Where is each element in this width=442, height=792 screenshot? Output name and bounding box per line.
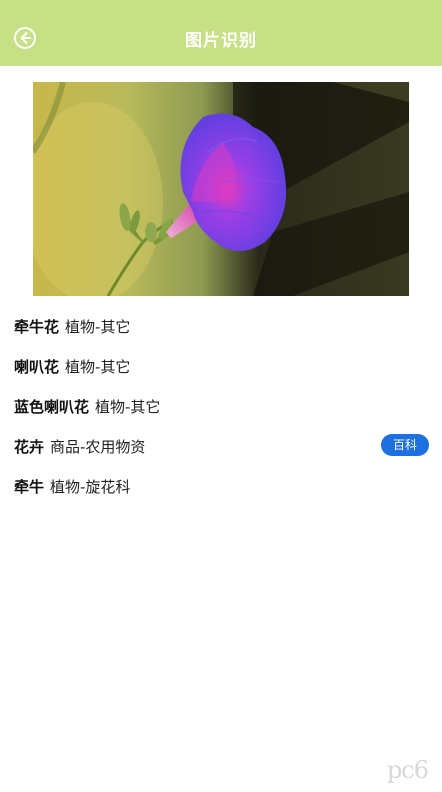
page-title: 图片识别: [185, 31, 257, 51]
result-category: 植物-旋花科: [50, 477, 131, 496]
result-name: 花卉: [14, 437, 45, 456]
list-item[interactable]: 喇叭花 植物-其它: [0, 346, 442, 386]
result-name: 蓝色喇叭花: [14, 397, 90, 416]
result-name: 喇叭花: [14, 357, 60, 376]
list-item[interactable]: 花卉 商品-农用物资 百科: [0, 426, 442, 466]
result-list: 牵牛花 植物-其它 喇叭花 植物-其它 蓝色喇叭花 植物-其它 花卉 商品-农用…: [0, 306, 442, 506]
list-item[interactable]: 牵牛花 植物-其它: [0, 306, 442, 346]
result-category: 植物-其它: [65, 317, 131, 336]
baike-button[interactable]: 百科: [381, 434, 429, 456]
list-item[interactable]: 蓝色喇叭花 植物-其它: [0, 386, 442, 426]
result-name: 牵牛: [14, 477, 45, 496]
result-category: 商品-农用物资: [50, 437, 146, 456]
result-name: 牵牛花: [14, 317, 60, 336]
flower-photo: [33, 82, 409, 296]
app-header: 图片识别: [0, 0, 442, 66]
result-category: 植物-其它: [65, 357, 131, 376]
list-item[interactable]: 牵牛 植物-旋花科: [0, 466, 442, 506]
watermark-logo: pc6: [386, 756, 429, 784]
result-category: 植物-其它: [95, 397, 161, 416]
